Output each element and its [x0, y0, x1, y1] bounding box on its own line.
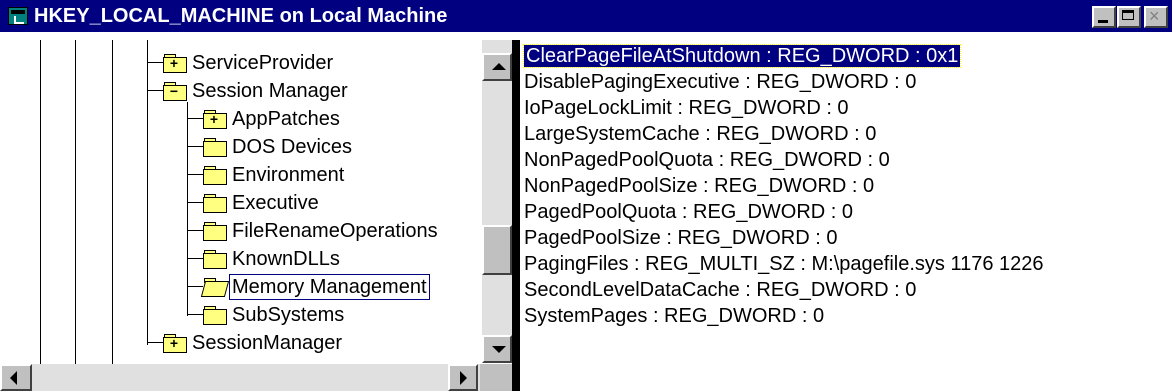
tree-item-label: AppPatches — [232, 108, 340, 130]
folder-icon[interactable] — [203, 138, 227, 157]
folder-icon[interactable]: + — [163, 54, 187, 73]
close-button[interactable]: × — [1144, 6, 1168, 28]
plus-sign-icon[interactable]: + — [209, 112, 219, 126]
scroll-left-button[interactable] — [0, 364, 32, 391]
tree-connector-line — [147, 62, 163, 63]
tree-connector-line — [187, 258, 203, 259]
tree-item-label: Session Manager — [192, 80, 348, 102]
scroll-thumb[interactable] — [482, 225, 512, 275]
registry-key-tree[interactable]: + ServiceProvider − Session Manager + AppPatc… — [0, 40, 482, 364]
arrow-down-icon — [492, 346, 506, 353]
registry-editor-window: HKEY_LOCAL_MACHINE on Local Machine × + S… — [0, 0, 1172, 391]
tree-item-label: DOS Devices — [232, 136, 353, 158]
tree-item[interactable]: Environment — [203, 161, 347, 189]
value-list-item[interactable]: DisablePagingExecutive : REG_DWORD : 0 — [522, 69, 1172, 95]
registry-editor-icon[interactable] — [8, 7, 28, 25]
folder-icon[interactable]: + — [163, 334, 187, 353]
value-entry-text: DisablePagingExecutive : REG_DWORD : 0 — [524, 71, 917, 93]
value-list-item[interactable]: SecondLevelDataCache : REG_DWORD : 0 — [522, 277, 1172, 303]
value-list-item[interactable]: PagingFiles : REG_MULTI_SZ : M:\pagefile… — [522, 251, 1172, 277]
tree-connector-line — [187, 146, 203, 147]
tree-item[interactable]: DOS Devices — [203, 133, 355, 161]
window-title: HKEY_LOCAL_MACHINE on Local Machine — [34, 5, 448, 27]
value-list-item[interactable]: PagedPoolSize : REG_DWORD : 0 — [522, 225, 1172, 251]
tree-item[interactable]: Executive — [203, 189, 322, 217]
tree-item[interactable]: FileRenameOperations — [203, 217, 441, 245]
minus-sign-icon[interactable]: − — [169, 84, 179, 98]
tree-connector-line — [147, 40, 148, 345]
tree-connector-line — [187, 118, 203, 119]
folder-icon[interactable]: − — [163, 82, 187, 101]
arrow-left-icon — [10, 371, 17, 385]
arrow-right-icon — [460, 371, 467, 385]
tree-item[interactable]: + ServiceProvider — [163, 49, 336, 77]
tree-connector-line — [187, 102, 188, 316]
folder-icon[interactable] — [203, 250, 227, 269]
tree-item[interactable]: Memory Management — [200, 273, 430, 301]
tree-item[interactable]: + SessionManager — [163, 329, 345, 357]
value-entry-text: LargeSystemCache : REG_DWORD : 0 — [524, 123, 877, 145]
value-entry-text: NonPagedPoolQuota : REG_DWORD : 0 — [524, 149, 890, 171]
tree-item[interactable]: KnownDLLs — [203, 245, 343, 273]
tree-connector-line — [187, 314, 203, 315]
folder-icon[interactable] — [203, 166, 227, 185]
tree-connector-line — [112, 40, 113, 364]
registry-values-list[interactable]: ClearPageFileAtShutdown : REG_DWORD : 0x… — [522, 43, 1172, 391]
folder-icon[interactable] — [203, 306, 227, 325]
tree-connector-line — [187, 230, 203, 231]
value-entry-text: NonPagedPoolSize : REG_DWORD : 0 — [524, 175, 875, 197]
tree-vertical-scrollbar[interactable] — [482, 40, 512, 363]
value-entry-text: IoPageLockLimit : REG_DWORD : 0 — [524, 97, 849, 119]
tree-item-label: Memory Management — [229, 274, 430, 300]
tree-connector-line — [147, 90, 163, 91]
tree-connector-line — [147, 342, 163, 343]
scroll-down-button[interactable] — [482, 335, 512, 363]
folder-icon[interactable] — [203, 194, 227, 213]
tree-item[interactable]: − Session Manager — [163, 77, 351, 105]
tree-connector-line — [75, 40, 76, 364]
scrollbar-corner — [480, 364, 512, 391]
value-list-item[interactable]: NonPagedPoolQuota : REG_DWORD : 0 — [522, 147, 1172, 173]
tree-horizontal-scrollbar[interactable] — [0, 364, 512, 391]
value-list-item[interactable]: IoPageLockLimit : REG_DWORD : 0 — [522, 95, 1172, 121]
tree-item[interactable]: + AppPatches — [203, 105, 343, 133]
tree-item-label: KnownDLLs — [232, 248, 340, 270]
scroll-up-button[interactable] — [482, 53, 512, 81]
folder-icon[interactable]: + — [203, 110, 227, 129]
maximize-button[interactable] — [1117, 6, 1141, 28]
value-list-item[interactable]: SystemPages : REG_DWORD : 0 — [522, 303, 1172, 329]
value-entry-text: ClearPageFileAtShutdown : REG_DWORD : 0x… — [522, 44, 962, 68]
value-entry-text: PagedPoolQuota : REG_DWORD : 0 — [524, 201, 854, 223]
scroll-right-button[interactable] — [448, 364, 478, 391]
value-list-item[interactable]: NonPagedPoolSize : REG_DWORD : 0 — [522, 173, 1172, 199]
minimize-button[interactable] — [1092, 6, 1116, 28]
plus-sign-icon[interactable]: + — [169, 56, 179, 70]
value-entry-text: SecondLevelDataCache : REG_DWORD : 0 — [524, 279, 917, 301]
value-entry-text: SystemPages : REG_DWORD : 0 — [524, 305, 825, 327]
tree-item-label: ServiceProvider — [192, 52, 334, 74]
value-list-item[interactable]: ClearPageFileAtShutdown : REG_DWORD : 0x… — [522, 43, 1172, 69]
tree-item-label: SessionManager — [192, 332, 343, 354]
title-bar[interactable]: HKEY_LOCAL_MACHINE on Local Machine × — [0, 0, 1172, 32]
folder-open-icon[interactable] — [200, 278, 230, 297]
tree-item-label: FileRenameOperations — [232, 220, 438, 242]
tree-connector-line — [187, 286, 203, 287]
folder-icon[interactable] — [203, 222, 227, 241]
tree-connector-line — [187, 202, 203, 203]
tree-item-label: Executive — [232, 192, 319, 214]
value-list-item[interactable]: PagedPoolQuota : REG_DWORD : 0 — [522, 199, 1172, 225]
tree-connector-line — [187, 174, 203, 175]
pane-splitter[interactable] — [512, 40, 520, 391]
value-list-item[interactable]: LargeSystemCache : REG_DWORD : 0 — [522, 121, 1172, 147]
tree-item-label: SubSystems — [232, 304, 345, 326]
value-entry-text: PagingFiles : REG_MULTI_SZ : M:\pagefile… — [524, 253, 1044, 275]
tree-item[interactable]: SubSystems — [203, 301, 347, 329]
tree-connector-line — [40, 40, 41, 364]
plus-sign-icon[interactable]: + — [169, 336, 179, 350]
close-icon: × — [1149, 6, 1160, 26]
value-entry-text: PagedPoolSize : REG_DWORD : 0 — [524, 227, 838, 249]
arrow-up-icon — [492, 63, 506, 70]
tree-item-label: Environment — [232, 164, 345, 186]
